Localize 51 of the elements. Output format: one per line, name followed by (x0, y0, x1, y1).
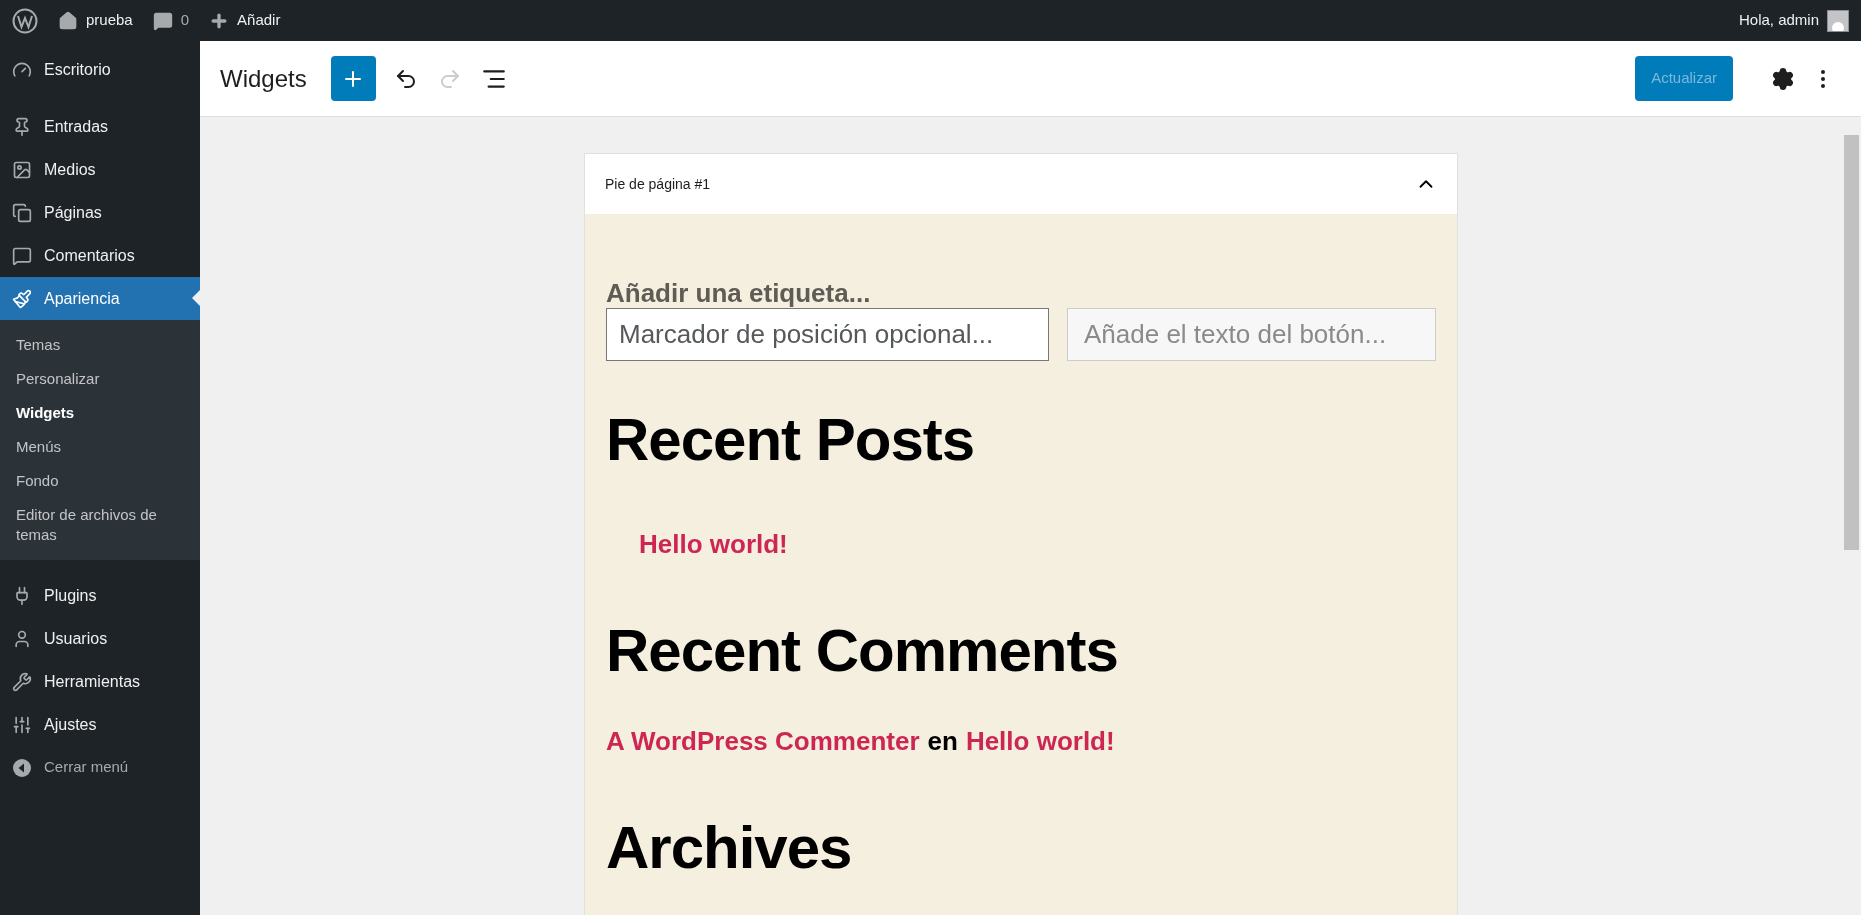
add-block-button[interactable] (330, 56, 376, 101)
section-heading: Recent Posts (606, 405, 976, 475)
menu-item[interactable]: Ajustes (0, 703, 200, 746)
more-icon (1821, 69, 1825, 88)
section-heading: Archives (606, 813, 853, 883)
page-title: Widgets (220, 63, 307, 94)
settings-icon (1771, 66, 1795, 91)
post-link[interactable]: Hello world! (965, 722, 1115, 761)
menu-item[interactable]: Comentarios (0, 234, 200, 277)
submenu-item[interactable]: Temas (0, 328, 200, 362)
widget-area-header[interactable]: Pie de página #1 (585, 154, 1457, 214)
new-link[interactable]: Añadir (209, 9, 281, 32)
comments-link[interactable]: 0 (152, 9, 190, 32)
search-label: Añadir una etiqueta... (606, 279, 872, 307)
collapse-icon (12, 757, 32, 778)
media-icon (12, 159, 32, 180)
home-icon (58, 10, 78, 31)
submenu-item[interactable]: Editor de archivos de temas (0, 498, 200, 552)
comment-joiner: en (927, 725, 958, 758)
menu-item[interactable]: Plugins (0, 574, 200, 617)
search-field[interactable]: Marcador de posición opcional... (606, 308, 1049, 361)
speech-bubble-icon (152, 10, 173, 31)
pushpin-icon (12, 116, 32, 137)
greeting-link[interactable]: Hola, admin (1738, 9, 1849, 32)
collapse-menu-button[interactable]: Cerrar menú (0, 746, 200, 789)
wrench-icon (12, 671, 32, 692)
avatar-icon (1827, 9, 1849, 32)
submenu-item[interactable]: Personalizar (0, 362, 200, 396)
menu-item[interactable]: Entradas (0, 105, 200, 148)
pointer-icon (192, 290, 200, 306)
menu-item[interactable]: Páginas (0, 191, 200, 234)
pages-icon (12, 202, 32, 223)
submenu-item[interactable]: Fondo (0, 464, 200, 498)
sliders-icon (12, 714, 32, 735)
search-button-field[interactable]: Añade el texto del botón... (1067, 308, 1436, 361)
widget-area-title: Pie de página #1 (605, 174, 711, 194)
post-link[interactable]: Hello world! (639, 525, 1436, 564)
menu-item[interactable]: Medios (0, 148, 200, 191)
menu-item[interactable]: Herramientas (0, 660, 200, 703)
logo-icon[interactable] (12, 7, 38, 34)
menu-item[interactable]: Escritorio (0, 48, 200, 91)
submenu-item[interactable]: Widgets (0, 396, 200, 430)
comment-author-link[interactable]: A WordPress Commenter (606, 722, 920, 761)
site-link[interactable]: prueba (58, 9, 133, 32)
section-heading: Recent Comments (606, 616, 1119, 686)
user-icon (12, 628, 32, 649)
submenu-item[interactable]: Menús (0, 430, 200, 464)
paintbrush-icon (12, 288, 32, 309)
speech-bubble-icon (12, 245, 32, 266)
menu-item[interactable]: Usuarios (0, 617, 200, 660)
menu-item[interactable]: Apariencia (0, 277, 200, 320)
